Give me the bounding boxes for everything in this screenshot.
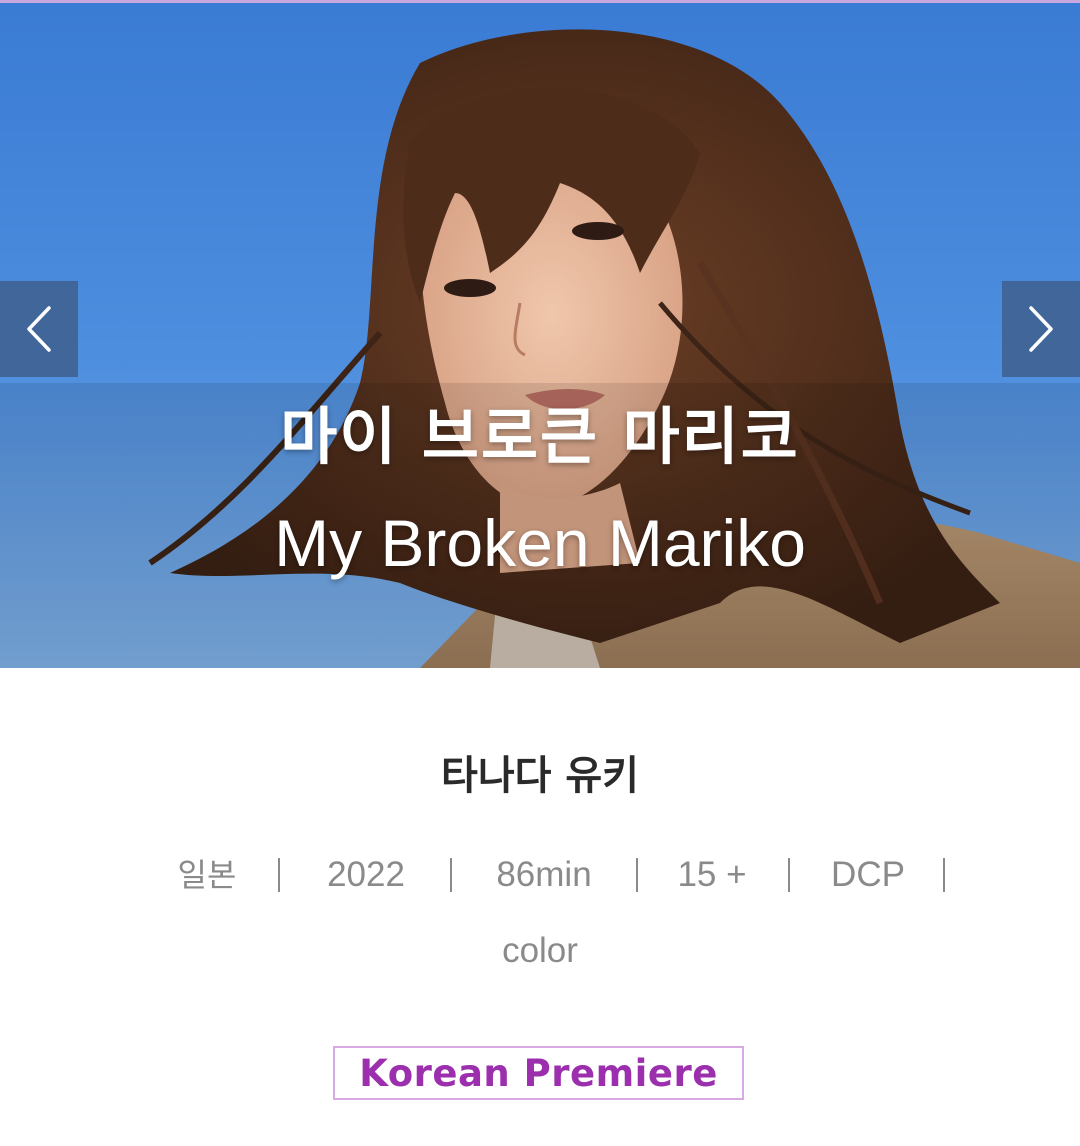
hero-title-korean: 마이 브로큰 마리코 [280,400,800,473]
carousel-next-button[interactable] [1002,281,1080,377]
premiere-badge: Korean Premiere [333,1046,744,1100]
meta-color: color [502,931,578,970]
hero-title-english: My Broken Mariko [274,506,806,580]
premiere-badge-label: Korean Premiere [359,1051,718,1095]
carousel-prev-button[interactable] [0,281,78,377]
hero-carousel: 마이 브로큰 마리코 My Broken Mariko [0,3,1080,668]
director-name: 타나다 유키 [441,753,639,799]
chevron-right-icon [1027,305,1055,353]
film-meta-row: 일본 2022 86min 15 + DCP [0,852,1080,898]
meta-year: 2022 [327,855,405,894]
meta-divider [943,858,945,892]
film-detail-page: 마이 브로큰 마리코 My Broken Mariko 타나다 유키 일본 20… [0,0,1080,1146]
meta-format: DCP [831,855,905,894]
chevron-left-icon [25,305,53,353]
